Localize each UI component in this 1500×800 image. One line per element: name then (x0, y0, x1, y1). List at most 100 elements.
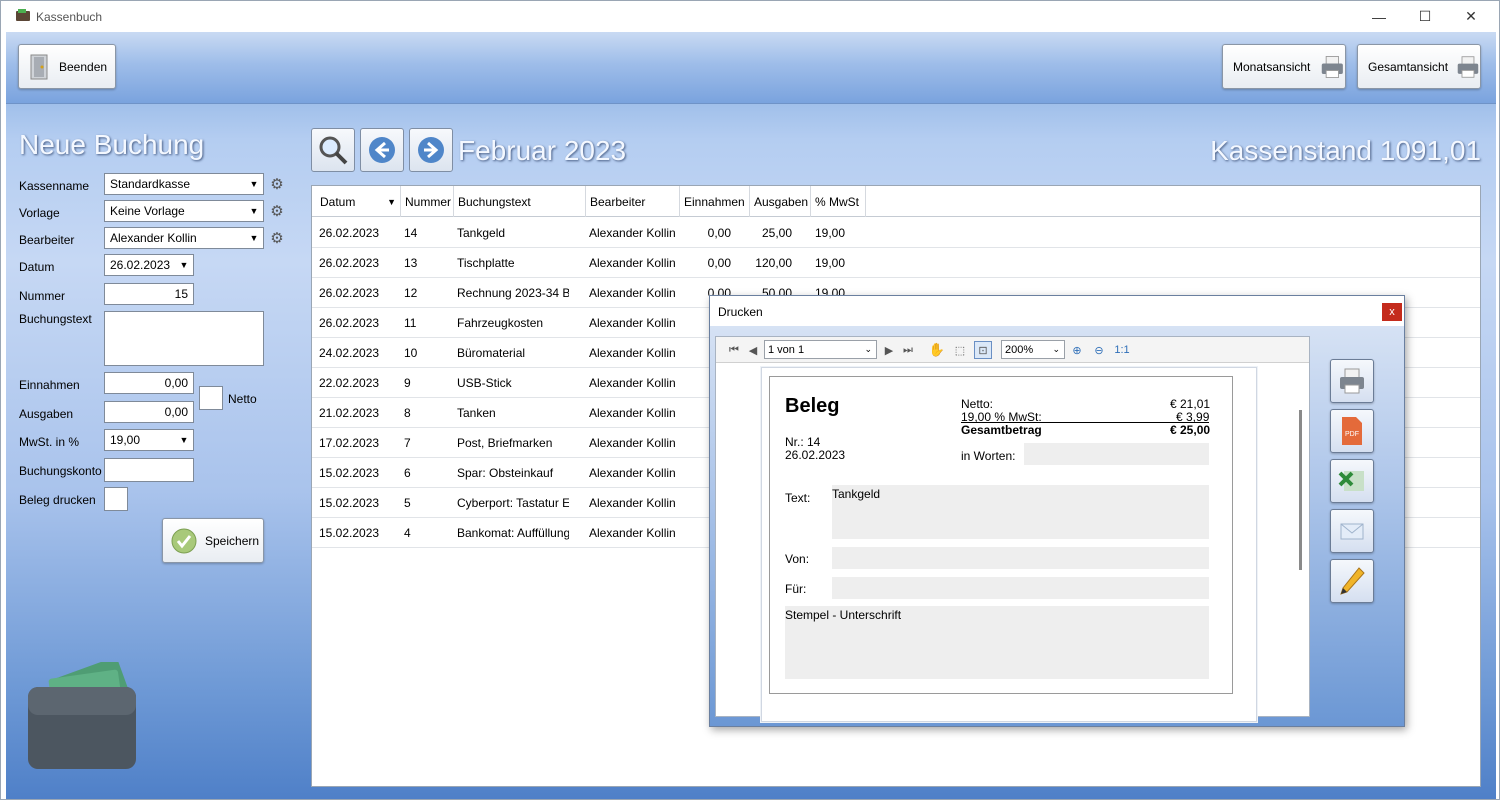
previous-month-button[interactable] (360, 128, 404, 172)
save-label: Speichern (205, 533, 260, 548)
buchungskonto-input[interactable] (104, 458, 194, 482)
label-vorlage: Vorlage (19, 206, 60, 220)
column-header-datum[interactable]: Datum ▼ (312, 186, 401, 217)
checkmark-icon (171, 528, 197, 553)
total-view-label: Gesamtansicht (1368, 59, 1449, 74)
table-cell: Alexander Kollin (589, 346, 676, 360)
fuer-label: Für: (785, 582, 807, 596)
pdf-file-icon: PDF (1342, 417, 1362, 445)
bearbeiter-value: Alexander Kollin (110, 231, 197, 245)
hand-tool-icon[interactable]: ✋ (928, 341, 946, 359)
pencil-icon (1340, 567, 1365, 595)
beleg-drucken-checkbox[interactable] (104, 487, 128, 511)
minimize-button[interactable]: — (1356, 1, 1402, 32)
einnahmen-input[interactable]: 0,00 (104, 372, 194, 394)
export-pdf-button[interactable]: PDF (1330, 409, 1374, 453)
table-cell: Bankomat: Auffüllung K (457, 526, 569, 540)
datum-value: 26.02.2023 (110, 258, 171, 272)
zoom-select[interactable]: 200% ⌄ (1001, 340, 1065, 359)
close-button[interactable]: ✕ (1448, 1, 1494, 32)
zoom-out-icon[interactable]: ⊖ (1090, 341, 1108, 359)
label-einnahmen: Einnahmen (19, 378, 80, 392)
next-page-icon[interactable]: ▶ (882, 341, 896, 359)
table-row[interactable]: 26.02.2023 13 Tischplatte Alexander Kollin 0… (312, 248, 1480, 278)
table-cell: 4 (404, 526, 411, 540)
table-cell: Tischplatte (457, 256, 515, 270)
print-button[interactable] (1330, 359, 1374, 403)
column-header-mwst[interactable]: % MwSt (811, 186, 866, 217)
pdf-icon-text: PDF (1345, 431, 1359, 438)
first-page-icon[interactable]: ⏮ (726, 341, 742, 359)
table-cell: 26.02.2023 (319, 316, 380, 330)
column-header-bearbeiter[interactable]: Bearbeiter (586, 186, 680, 217)
column-label: Nummer (405, 194, 452, 209)
preview-toolbar: ⏮ ◀ 1 von 1 ⌄ ▶ ⏭ ✋ ⬚ ⊡ 200% ⌄ ⊕ ⊖ 1:1 (716, 337, 1309, 363)
ausgaben-input[interactable]: 0,00 (104, 401, 194, 423)
save-button[interactable]: Speichern (162, 518, 264, 563)
page-select[interactable]: 1 von 1 ⌄ (764, 340, 877, 359)
monthly-view-button[interactable]: Monatsansicht (1222, 44, 1346, 89)
column-header-einnahmen[interactable]: Einnahmen (680, 186, 750, 217)
table-cell: Fahrzeugkosten (457, 316, 544, 330)
vorlage-select[interactable]: Keine Vorlage ▼ (104, 200, 264, 222)
table-cell: 12 (404, 286, 418, 300)
table-cell: Rechnung 2023-34 Ba (457, 286, 569, 300)
total-view-button[interactable]: Gesamtansicht (1357, 44, 1481, 89)
einnahmen-value: 0,00 (164, 376, 188, 390)
dialog-close-button[interactable]: x (1382, 303, 1402, 321)
email-button[interactable] (1330, 509, 1374, 553)
dropdown-arrow-icon: ▼ (249, 179, 259, 189)
prev-page-icon[interactable]: ◀ (746, 341, 760, 359)
table-cell: 15.02.2023 (319, 496, 380, 510)
table-cell: 10 (404, 346, 418, 360)
gear-icon[interactable]: ⚙ (269, 231, 285, 247)
search-button[interactable] (311, 128, 355, 172)
table-cell: USB-Stick (457, 376, 512, 390)
table-cell: 14 (404, 226, 418, 240)
preview-scrollbar[interactable] (1299, 410, 1302, 570)
column-header-ausgaben[interactable]: Ausgaben (750, 186, 811, 217)
zoom-select-tool-icon[interactable]: ⊡ (974, 341, 992, 359)
table-cell: 21.02.2023 (319, 406, 380, 420)
label-ausgaben: Ausgaben (19, 407, 74, 421)
table-cell: 25,00 (761, 226, 792, 240)
column-header-buchungstext[interactable]: Buchungstext (454, 186, 586, 217)
table-cell: 9 (404, 376, 411, 390)
zoom-reset-button[interactable]: 1:1 (1112, 341, 1132, 359)
label-kassenname: Kassenname (19, 179, 90, 193)
printer-icon (1340, 368, 1364, 394)
table-cell: 5 (404, 496, 411, 510)
text-box: Tankgeld (832, 485, 1209, 539)
table-cell: 13 (404, 256, 418, 270)
door-icon (30, 54, 48, 79)
table-cell: 0,00 (707, 226, 731, 240)
select-tool-icon[interactable]: ⬚ (951, 341, 969, 359)
edit-button[interactable] (1330, 559, 1374, 603)
export-excel-button[interactable] (1330, 459, 1374, 503)
column-header-nummer[interactable]: Nummer (401, 186, 454, 217)
words-box (1024, 443, 1209, 465)
printer-icon (1322, 55, 1344, 78)
gear-icon[interactable]: ⚙ (269, 177, 285, 193)
zoom-in-icon[interactable]: ⊕ (1068, 341, 1086, 359)
label-nummer: Nummer (19, 289, 66, 303)
receipt-number: Nr.: 14 (785, 435, 821, 449)
table-cell: 15.02.2023 (319, 526, 380, 540)
mwst-select[interactable]: 19,00 ▼ (104, 429, 194, 451)
kassenname-select[interactable]: Standardkasse ▼ (104, 173, 264, 195)
netto-checkbox[interactable] (199, 386, 223, 410)
next-month-button[interactable] (409, 128, 453, 172)
datum-picker[interactable]: 26.02.2023 ▼ (104, 254, 194, 276)
minimize-icon: — (1372, 8, 1386, 25)
nummer-input[interactable]: 15 (104, 283, 194, 305)
bearbeiter-select[interactable]: Alexander Kollin ▼ (104, 227, 264, 249)
table-row[interactable]: 26.02.2023 14 Tankgeld Alexander Kollin 0,00… (312, 218, 1480, 248)
buchungstext-textarea[interactable] (104, 311, 264, 366)
last-page-icon[interactable]: ⏭ (900, 341, 916, 359)
gear-icon[interactable]: ⚙ (269, 204, 285, 220)
vorlage-value: Keine Vorlage (110, 204, 185, 218)
table-cell: Alexander Kollin (589, 316, 676, 330)
dropdown-arrow-icon: ▼ (249, 233, 259, 243)
quit-button[interactable]: Beenden (18, 44, 116, 89)
maximize-button[interactable]: ☐ (1402, 1, 1448, 32)
